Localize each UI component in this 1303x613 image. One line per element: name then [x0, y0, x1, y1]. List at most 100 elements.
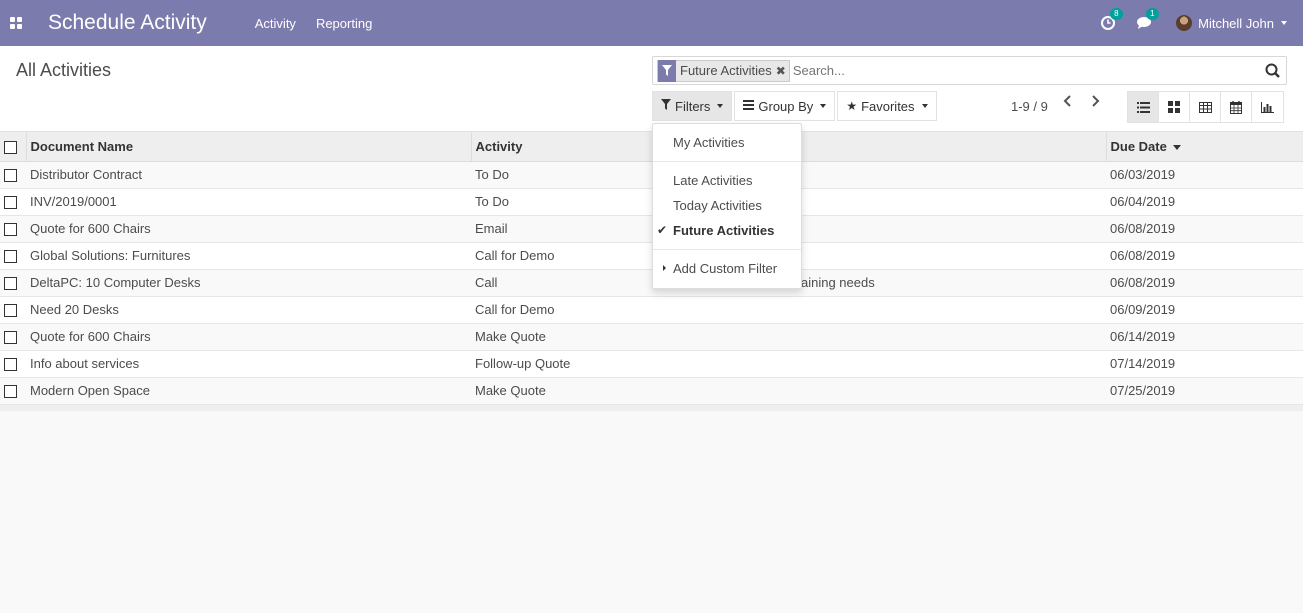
chevron-down-icon — [921, 104, 928, 108]
row-checkbox[interactable] — [4, 223, 17, 237]
filters-button[interactable]: Filters — [652, 91, 733, 121]
row-checkbox[interactable] — [4, 304, 17, 318]
pivot-view-icon[interactable] — [1190, 92, 1221, 122]
row-checkbox[interactable] — [4, 331, 17, 345]
user-name: Mitchell John — [1198, 15, 1274, 31]
cell-activity-label: Call for Demo — [475, 302, 555, 317]
cell-document-name: Modern Open Space — [26, 377, 471, 405]
filters-label: Filters — [675, 98, 711, 114]
caret-right-icon — [663, 265, 666, 271]
table-row[interactable]: Quote for 600 Chairs Make Quote 06/14/20… — [0, 323, 1303, 351]
cell-activity: Make Quote — [471, 377, 1106, 405]
cell-document-name: Global Solutions: Furnitures — [26, 242, 471, 270]
view-switcher — [1127, 91, 1284, 123]
cell-document-name: DeltaPC: 10 Computer Desks — [26, 269, 471, 297]
table-row[interactable]: Need 20 Desks Call for Demo 06/09/2019 — [0, 296, 1303, 324]
row-checkbox[interactable] — [4, 196, 17, 210]
cell-document-name: Info about services — [26, 350, 471, 378]
pager-previous-icon[interactable] — [1062, 94, 1074, 113]
cell-document-name: Quote for 600 Chairs — [26, 323, 471, 351]
table-footer — [0, 404, 1303, 411]
check-icon: ✔ — [657, 223, 668, 237]
messages-icon[interactable]: 1 — [1137, 8, 1159, 30]
select-all-checkbox[interactable] — [4, 140, 17, 154]
activity-clock-icon[interactable]: 8 — [1101, 8, 1123, 30]
row-checkbox-cell — [0, 377, 26, 405]
main-menu: Activity Reporting — [255, 16, 393, 31]
menu-item-activity[interactable]: Activity — [255, 16, 296, 31]
table-row[interactable]: Modern Open Space Make Quote 07/25/2019 — [0, 377, 1303, 405]
cell-due-date: 06/08/2019 — [1106, 215, 1303, 243]
favorites-button[interactable]: ★ Favorites — [837, 91, 937, 121]
cell-due-date: 07/14/2019 — [1106, 350, 1303, 378]
row-checkbox-cell — [0, 161, 26, 189]
user-menu[interactable]: Mitchell John — [1176, 15, 1287, 31]
bars-icon — [743, 99, 755, 113]
pager-value[interactable]: 1-9 / 9 — [1011, 99, 1048, 114]
dropdown-divider — [653, 249, 801, 250]
table-row[interactable]: Info about services Follow-up Quote 07/1… — [0, 350, 1303, 378]
cell-summary-label: aining needs — [801, 275, 875, 290]
filter-my-activities[interactable]: My Activities — [673, 135, 745, 150]
filter-future-activities[interactable]: Future Activities — [673, 223, 774, 238]
row-checkbox[interactable] — [4, 277, 17, 291]
pager-next-icon[interactable] — [1089, 94, 1101, 113]
menu-item-reporting[interactable]: Reporting — [316, 16, 372, 31]
row-checkbox-cell — [0, 323, 26, 351]
kanban-view-icon[interactable] — [1159, 92, 1190, 122]
row-checkbox-cell — [0, 242, 26, 270]
search-icon[interactable] — [1265, 63, 1280, 81]
list-view-icon[interactable] — [1128, 92, 1159, 122]
cell-document-name: INV/2019/0001 — [26, 188, 471, 216]
group-by-label: Group By — [758, 98, 814, 114]
cell-due-date: 06/03/2019 — [1106, 161, 1303, 189]
graph-view-icon[interactable] — [1252, 92, 1283, 122]
row-checkbox[interactable] — [4, 358, 17, 372]
message-badge: 1 — [1146, 8, 1159, 20]
cell-due-date: 06/09/2019 — [1106, 296, 1303, 324]
row-checkbox[interactable] — [4, 169, 17, 183]
cell-activity-label: To Do — [475, 167, 509, 182]
row-checkbox-cell — [0, 269, 26, 297]
cell-due-date: 06/14/2019 — [1106, 323, 1303, 351]
cell-activity-label: Call for Demo — [475, 248, 555, 263]
cell-document-name: Need 20 Desks — [26, 296, 471, 324]
app-title: Schedule Activity — [48, 11, 207, 34]
cell-due-date: 06/08/2019 — [1106, 242, 1303, 270]
search-options: Filters Group By ★ Favorites — [652, 91, 939, 121]
cell-activity-label: Make Quote — [475, 383, 546, 398]
apps-menu-icon[interactable] — [0, 0, 32, 46]
select-all-cell — [0, 132, 27, 162]
row-checkbox-cell — [0, 188, 26, 216]
dropdown-divider — [653, 161, 801, 162]
calendar-view-icon[interactable] — [1221, 92, 1252, 122]
cell-activity-label: Make Quote — [475, 329, 546, 344]
cell-activity: Call for Demo — [471, 296, 1106, 324]
chevron-down-icon — [717, 104, 724, 108]
cell-activity-label: To Do — [475, 194, 509, 209]
add-custom-filter[interactable]: Add Custom Filter — [673, 261, 777, 276]
control-panel: All Activities Future Activities ✖ Filte… — [0, 46, 1303, 132]
avatar — [1176, 15, 1193, 31]
search-facet: Future Activities ✖ — [657, 59, 790, 82]
cell-activity: Follow-up Quote — [471, 350, 1106, 378]
search-input[interactable] — [792, 63, 1193, 78]
top-navbar: Schedule Activity Activity Reporting 8 1… — [0, 0, 1303, 46]
filters-dropdown-menu: My Activities Late Activities Today Acti… — [652, 123, 802, 289]
column-document-name[interactable]: Document Name — [26, 132, 472, 162]
filter-today-activities[interactable]: Today Activities — [673, 198, 762, 213]
row-checkbox[interactable] — [4, 385, 17, 399]
cell-activity-label: Email — [475, 221, 508, 236]
filter-icon — [658, 59, 676, 82]
star-icon: ★ — [846, 99, 858, 113]
column-due-date[interactable]: Due Date — [1106, 132, 1303, 162]
row-checkbox-cell — [0, 296, 26, 324]
row-checkbox-cell — [0, 350, 26, 378]
row-checkbox[interactable] — [4, 250, 17, 264]
cell-due-date: 06/04/2019 — [1106, 188, 1303, 216]
remove-facet-icon[interactable]: ✖ — [776, 64, 789, 78]
search-bar: Future Activities ✖ — [652, 56, 1287, 85]
group-by-button[interactable]: Group By — [734, 91, 836, 121]
filter-late-activities[interactable]: Late Activities — [673, 173, 753, 188]
cell-activity: Make Quote — [471, 323, 1106, 351]
